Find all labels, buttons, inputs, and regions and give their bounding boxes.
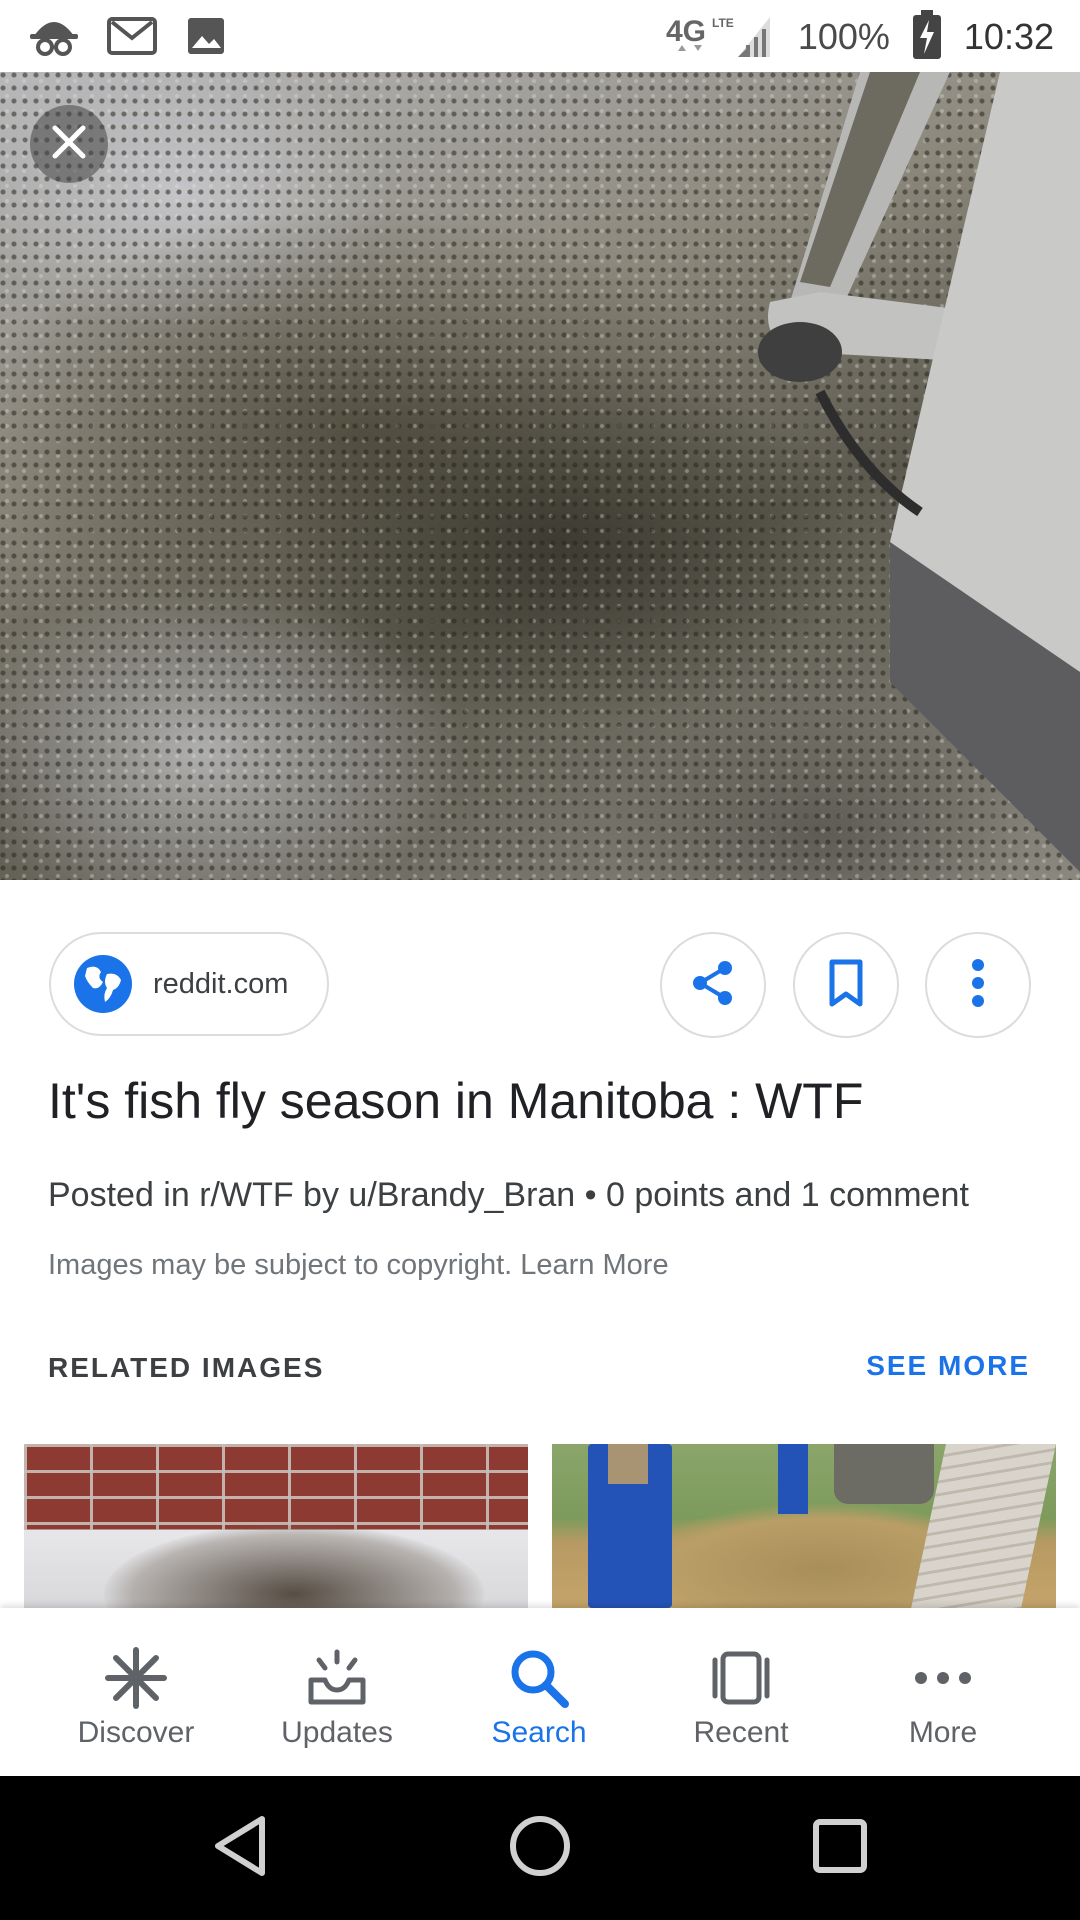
back-icon xyxy=(210,1813,270,1884)
nav-label: Discover xyxy=(77,1716,195,1749)
see-more-link[interactable]: SEE MORE xyxy=(866,1350,1030,1382)
source-domain: reddit.com xyxy=(153,967,289,1000)
close-button[interactable] xyxy=(30,105,108,183)
svg-text:4G: 4G xyxy=(666,15,706,48)
share-button[interactable] xyxy=(660,932,766,1038)
signal-icon: 4G LTE xyxy=(666,7,776,68)
nav-more[interactable]: More xyxy=(843,1608,1043,1776)
related-image-thumb[interactable] xyxy=(24,1444,528,1608)
clock: 10:32 xyxy=(963,16,1054,57)
share-icon xyxy=(688,958,738,1013)
bottom-navigation: Discover Updates Search Recent More xyxy=(0,1608,1080,1776)
post-meta: Posted in r/WTF by u/Brandy_Bran • 0 poi… xyxy=(48,1176,969,1214)
nav-updates[interactable]: Updates xyxy=(237,1608,437,1776)
related-image-thumb[interactable] xyxy=(552,1444,1056,1608)
home-button[interactable] xyxy=(502,1810,578,1886)
bookmark-icon xyxy=(824,958,868,1013)
svg-text:LTE: LTE xyxy=(712,16,734,30)
discover-icon xyxy=(104,1646,168,1710)
battery-charging-icon xyxy=(912,9,942,65)
image-icon xyxy=(184,14,228,63)
nav-label: Recent xyxy=(693,1716,789,1749)
overview-icon xyxy=(810,1816,870,1881)
nav-label: Search xyxy=(491,1716,587,1749)
search-icon xyxy=(507,1646,571,1710)
nav-recent[interactable]: Recent xyxy=(641,1608,841,1776)
more-horiz-icon xyxy=(911,1646,975,1710)
bookmark-button[interactable] xyxy=(793,932,899,1038)
system-navigation-bar xyxy=(0,1776,1080,1920)
copyright-text: Images may be subject to copyright. xyxy=(48,1249,513,1281)
nav-search[interactable]: Search xyxy=(439,1608,639,1776)
incognito-icon xyxy=(28,14,80,63)
result-image[interactable] xyxy=(0,72,1080,880)
related-images-heading: RELATED IMAGES xyxy=(48,1352,325,1383)
status-bar: 4G LTE 100% 10:32 xyxy=(0,0,1080,72)
nav-label: Updates xyxy=(281,1716,393,1749)
nav-label: More xyxy=(908,1716,978,1749)
nav-discover[interactable]: Discover xyxy=(36,1608,236,1776)
copyright-note: Images may be subject to copyright. Lear… xyxy=(48,1249,669,1282)
more-options-button[interactable] xyxy=(925,932,1031,1038)
source-chip[interactable]: reddit.com xyxy=(49,932,329,1036)
more-vert-icon xyxy=(968,957,988,1014)
overview-button[interactable] xyxy=(802,1810,878,1886)
gmail-icon xyxy=(106,14,158,63)
home-icon xyxy=(508,1814,572,1883)
updates-icon xyxy=(305,1646,369,1710)
battery-percent: 100% xyxy=(797,16,890,57)
back-button[interactable] xyxy=(202,1810,278,1886)
globe-icon xyxy=(73,954,133,1014)
learn-more-link[interactable]: Learn More xyxy=(520,1249,668,1281)
result-title[interactable]: It's fish fly season in Manitoba : WTF xyxy=(48,1072,863,1130)
close-icon xyxy=(49,122,89,167)
recent-icon xyxy=(709,1646,773,1710)
